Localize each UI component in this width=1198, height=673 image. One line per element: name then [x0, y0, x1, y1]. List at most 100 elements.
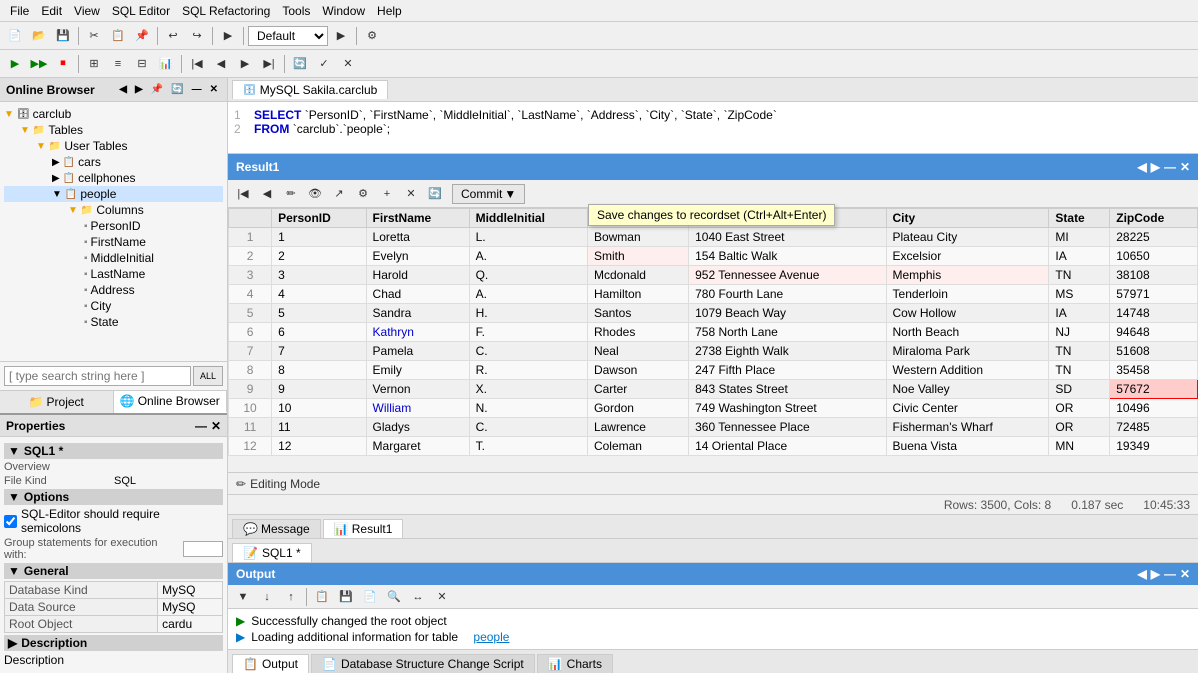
undo-btn[interactable]: ↩: [162, 25, 184, 47]
tree-item-cars[interactable]: ▶ 📋 cars: [4, 154, 223, 170]
cell-state[interactable]: OR: [1049, 418, 1110, 437]
panel-refresh-btn[interactable]: 🔄: [168, 83, 186, 96]
cell-zipcode[interactable]: 14748: [1110, 304, 1198, 323]
cell-city[interactable]: Civic Center: [886, 399, 1049, 418]
cell-state[interactable]: MS: [1049, 285, 1110, 304]
cell-state[interactable]: MN: [1049, 437, 1110, 456]
table-row[interactable]: 1212MargaretT.Coleman14 Oriental PlaceBu…: [229, 437, 1198, 456]
tree-col-state[interactable]: ▪ State: [4, 314, 223, 330]
cell-middleinitial[interactable]: L.: [469, 228, 587, 247]
cell-personid[interactable]: 8: [272, 361, 366, 380]
cell-zipcode[interactable]: 51608: [1110, 342, 1198, 361]
cell-middleinitial[interactable]: Q.: [469, 266, 587, 285]
cell-firstname[interactable]: Harold: [366, 266, 469, 285]
schema-selector[interactable]: Default: [248, 26, 328, 46]
cell-rownum[interactable]: 8: [229, 361, 272, 380]
tree-col-firstname[interactable]: ▪ FirstName: [4, 234, 223, 250]
result-delete-row-btn[interactable]: ✕: [400, 183, 422, 205]
props-minimize[interactable]: —: [195, 419, 207, 433]
nav-last[interactable]: ▶|: [258, 53, 280, 75]
output-tab-output[interactable]: 📋 Output: [232, 654, 309, 673]
output-copy-btn[interactable]: 📋: [311, 586, 333, 608]
menu-tools[interactable]: Tools: [276, 2, 316, 20]
cell-city[interactable]: Plateau City: [886, 228, 1049, 247]
cell-state[interactable]: SD: [1049, 380, 1110, 399]
cell-zipcode[interactable]: 38108: [1110, 266, 1198, 285]
cell-state[interactable]: IA: [1049, 304, 1110, 323]
result-close[interactable]: ✕: [1180, 160, 1190, 174]
props-options-header[interactable]: ▼ Options: [4, 489, 223, 505]
cell-middleinitial[interactable]: T.: [469, 437, 587, 456]
tree-col-city[interactable]: ▪ City: [4, 298, 223, 314]
cell-personid[interactable]: 9: [272, 380, 366, 399]
output-nav-prev[interactable]: ◀: [1137, 567, 1146, 581]
cell-rownum[interactable]: 9: [229, 380, 272, 399]
cell-personid[interactable]: 10: [272, 399, 366, 418]
cell-zipcode[interactable]: 10496: [1110, 399, 1198, 418]
menu-edit[interactable]: Edit: [35, 2, 68, 20]
cell-state[interactable]: MI: [1049, 228, 1110, 247]
cell-personid[interactable]: 3: [272, 266, 366, 285]
table-row[interactable]: 11LorettaL.Bowman1040 East StreetPlateau…: [229, 228, 1198, 247]
cell-middleinitial[interactable]: N.: [469, 399, 587, 418]
panel-minimize-btn[interactable]: —: [189, 83, 205, 96]
discard-btn[interactable]: ✕: [337, 53, 359, 75]
cell-rownum[interactable]: 6: [229, 323, 272, 342]
result-add-row-btn[interactable]: +: [376, 183, 398, 205]
cell-state[interactable]: TN: [1049, 361, 1110, 380]
cell-firstname[interactable]: Loretta: [366, 228, 469, 247]
cell-address[interactable]: 247 Fifth Place: [689, 361, 886, 380]
cell-firstname[interactable]: Gladys: [366, 418, 469, 437]
tree-item-cellphones[interactable]: ▶ 📋 cellphones: [4, 170, 223, 186]
chart-btn[interactable]: 📊: [155, 53, 177, 75]
cell-firstname[interactable]: Margaret: [366, 437, 469, 456]
props-semicolon-row[interactable]: SQL-Editor should require semicolons: [4, 507, 223, 535]
menu-file[interactable]: File: [4, 2, 35, 20]
cell-firstname[interactable]: Sandra: [366, 304, 469, 323]
cell-lastname[interactable]: Rhodes: [587, 323, 688, 342]
cell-address[interactable]: 360 Tennessee Place: [689, 418, 886, 437]
new-file-btn[interactable]: 📄: [4, 25, 26, 47]
cell-zipcode[interactable]: 57971: [1110, 285, 1198, 304]
commit-button[interactable]: Commit ▼: [452, 184, 525, 204]
tree-col-address[interactable]: ▪ Address: [4, 282, 223, 298]
result-minimize[interactable]: —: [1164, 160, 1176, 174]
apply-btn[interactable]: ✓: [313, 53, 335, 75]
cut-btn[interactable]: ✂: [83, 25, 105, 47]
schema-go-btn[interactable]: ▶: [330, 25, 352, 47]
tree-col-lastname[interactable]: ▪ LastName: [4, 266, 223, 282]
cell-address[interactable]: 2738 Eighth Walk: [689, 342, 886, 361]
nav-prev[interactable]: ◀: [210, 53, 232, 75]
cell-city[interactable]: Cow Hollow: [886, 304, 1049, 323]
table-row[interactable]: 88EmilyR.Dawson247 Fifth PlaceWestern Ad…: [229, 361, 1198, 380]
cell-zipcode[interactable]: 28225: [1110, 228, 1198, 247]
cell-middleinitial[interactable]: H.: [469, 304, 587, 323]
cell-middleinitial[interactable]: C.: [469, 418, 587, 437]
query-area[interactable]: 1 SELECT `PersonID`, `FirstName`, `Middl…: [228, 102, 1198, 154]
panel-next-btn[interactable]: ▶: [132, 83, 146, 96]
semicolon-checkbox[interactable]: [4, 515, 17, 528]
cell-address[interactable]: 843 States Street: [689, 380, 886, 399]
cell-personid[interactable]: 1: [272, 228, 366, 247]
cell-city[interactable]: Noe Valley: [886, 380, 1049, 399]
output-minimize[interactable]: —: [1164, 567, 1176, 581]
cell-personid[interactable]: 6: [272, 323, 366, 342]
table-row[interactable]: 77PamelaC.Neal2738 Eighth WalkMiraloma P…: [229, 342, 1198, 361]
cell-rownum[interactable]: 1: [229, 228, 272, 247]
result-edit-btn[interactable]: ✏: [280, 183, 302, 205]
output-nav-next[interactable]: ▶: [1151, 567, 1160, 581]
cell-state[interactable]: TN: [1049, 342, 1110, 361]
result-filter-btn[interactable]: ⚙: [352, 183, 374, 205]
output-tab-charts[interactable]: 📊 Charts: [537, 654, 613, 673]
cell-city[interactable]: Buena Vista: [886, 437, 1049, 456]
cell-state[interactable]: TN: [1049, 266, 1110, 285]
cell-city[interactable]: Tenderloin: [886, 285, 1049, 304]
result-view-btn[interactable]: 👁: [304, 183, 326, 205]
redo-btn[interactable]: ↪: [186, 25, 208, 47]
output-up-btn[interactable]: ↑: [280, 586, 302, 608]
cell-middleinitial[interactable]: A.: [469, 247, 587, 266]
panel-close-btn[interactable]: ✕: [207, 83, 221, 96]
cell-personid[interactable]: 7: [272, 342, 366, 361]
cell-zipcode[interactable]: 35458: [1110, 361, 1198, 380]
cell-address[interactable]: 780 Fourth Lane: [689, 285, 886, 304]
